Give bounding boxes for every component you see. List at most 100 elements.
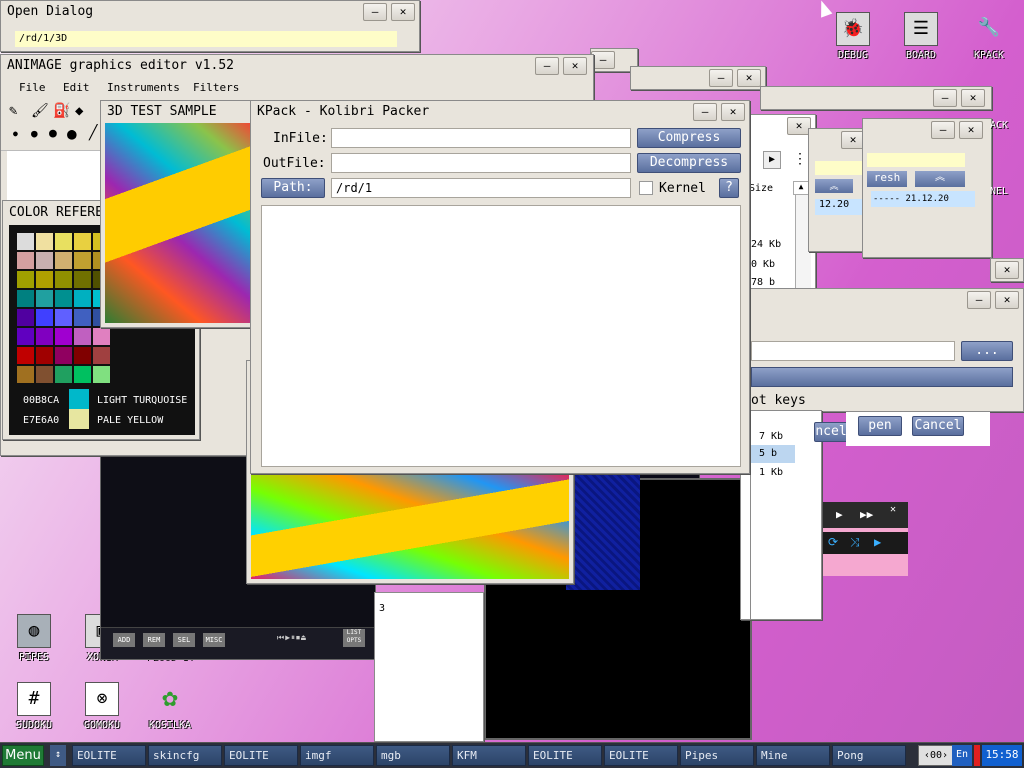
palette-swatch[interactable] bbox=[17, 366, 34, 383]
palette-swatch[interactable] bbox=[36, 233, 53, 250]
palette-swatch[interactable] bbox=[36, 309, 53, 326]
up-button[interactable]: ︽ bbox=[815, 179, 853, 193]
palette-swatch[interactable] bbox=[36, 366, 53, 383]
palette-swatch[interactable] bbox=[74, 252, 91, 269]
taskbar-item[interactable]: EOLITE bbox=[528, 745, 602, 766]
palette-swatch[interactable] bbox=[55, 271, 72, 288]
compress-button[interactable]: Compress bbox=[637, 128, 741, 148]
pencil-icon[interactable]: ✎ bbox=[9, 103, 17, 119]
palette-swatch[interactable] bbox=[17, 328, 34, 345]
palette-swatch[interactable] bbox=[93, 366, 110, 383]
refresh-button[interactable]: resh bbox=[867, 171, 907, 187]
minimize-button[interactable]: – bbox=[693, 103, 717, 121]
path-button[interactable]: Path: bbox=[261, 178, 325, 198]
palette-swatch[interactable] bbox=[74, 328, 91, 345]
taskbar-item[interactable]: EOLITE bbox=[224, 745, 298, 766]
taskbar-item[interactable]: EOLITE bbox=[72, 745, 146, 766]
palette-swatch[interactable] bbox=[55, 366, 72, 383]
palette-swatch[interactable] bbox=[93, 328, 110, 345]
palette-swatch[interactable] bbox=[74, 366, 91, 383]
player-list-opts-button[interactable]: LIST OPTS bbox=[343, 629, 365, 647]
minimize-button[interactable]: – bbox=[967, 291, 991, 309]
open-button[interactable]: pen bbox=[858, 416, 902, 436]
player-misc-button[interactable]: MISC bbox=[203, 633, 225, 647]
infile-input[interactable] bbox=[331, 128, 631, 148]
next-page-icon[interactable]: › bbox=[942, 750, 948, 761]
palette-swatch[interactable] bbox=[55, 328, 72, 345]
close-button[interactable]: ✕ bbox=[959, 121, 983, 139]
palette-swatch[interactable] bbox=[36, 252, 53, 269]
palette-swatch[interactable] bbox=[17, 252, 34, 269]
kernel-checkbox[interactable] bbox=[639, 181, 653, 195]
nav-forward-icon[interactable]: ▶ bbox=[763, 151, 781, 169]
language-indicator[interactable]: En bbox=[952, 745, 972, 766]
sort-up-icon[interactable]: ▲ bbox=[793, 181, 809, 195]
taskbar-item[interactable]: Pong bbox=[832, 745, 906, 766]
desktop-icon-sudoku[interactable]: # SUDOKU bbox=[4, 682, 64, 731]
more-icon[interactable]: ⋮ bbox=[793, 151, 807, 167]
cancel-button-partial[interactable]: ncel bbox=[814, 422, 848, 442]
menu-filters[interactable]: Filters bbox=[193, 81, 239, 94]
palette-swatch[interactable] bbox=[93, 347, 110, 364]
palette-swatch[interactable] bbox=[55, 252, 72, 269]
minimize-button[interactable]: – bbox=[931, 121, 955, 139]
palette-swatch[interactable] bbox=[55, 309, 72, 326]
spray-icon[interactable]: ⛽ bbox=[53, 103, 70, 119]
palette-swatch[interactable] bbox=[74, 309, 91, 326]
palette-swatch[interactable] bbox=[74, 290, 91, 307]
minimize-button[interactable]: – bbox=[535, 57, 559, 75]
palette-swatch[interactable] bbox=[17, 271, 34, 288]
minimize-button[interactable]: – bbox=[933, 89, 957, 107]
palette-swatch[interactable] bbox=[36, 271, 53, 288]
file-path-input[interactable] bbox=[751, 341, 955, 361]
palette-swatch[interactable] bbox=[36, 290, 53, 307]
dot-large-icon[interactable]: ● bbox=[49, 126, 57, 141]
close-button[interactable]: ✕ bbox=[961, 89, 985, 107]
menu-file[interactable]: File bbox=[19, 81, 46, 94]
player-transport-icons[interactable]: ⏮▶⏸⏹⏏ bbox=[277, 633, 337, 647]
palette-swatch[interactable] bbox=[36, 328, 53, 345]
page-switcher[interactable]: ‹00› bbox=[918, 745, 954, 766]
player-sel-button[interactable]: SEL bbox=[173, 633, 195, 647]
desktop-icon-board[interactable]: ☰ BOARD bbox=[891, 12, 951, 61]
palette-swatch[interactable] bbox=[36, 347, 53, 364]
palette-swatch[interactable] bbox=[17, 233, 34, 250]
desktop-icon-kpack[interactable]: 🔧 KPACK bbox=[959, 12, 1019, 61]
close-button[interactable]: ✕ bbox=[391, 3, 415, 21]
desktop-icon-kosilka[interactable]: ✿ KOSILKA bbox=[140, 682, 200, 731]
close-button[interactable]: ✕ bbox=[995, 261, 1019, 279]
canvas[interactable] bbox=[7, 151, 105, 201]
player-rem-button[interactable]: REM bbox=[143, 633, 165, 647]
desktop-icon-debug[interactable]: 🐞 DEBUG bbox=[823, 12, 883, 61]
outfile-input[interactable] bbox=[331, 153, 631, 173]
brush-icon[interactable]: 🖌 bbox=[31, 103, 49, 119]
player-add-button[interactable]: ADD bbox=[113, 633, 135, 647]
palette-swatch[interactable] bbox=[17, 290, 34, 307]
fast-forward-icon[interactable]: ▶▶ bbox=[860, 508, 873, 521]
shuffle-icon[interactable]: ⤨ bbox=[850, 535, 860, 550]
minimize-button[interactable]: – bbox=[709, 69, 733, 87]
path-input[interactable]: /rd/1/3D bbox=[15, 31, 397, 47]
palette-swatch[interactable] bbox=[74, 233, 91, 250]
cancel-button[interactable]: Cancel bbox=[912, 416, 964, 436]
close-button[interactable]: ✕ bbox=[721, 103, 745, 121]
line-icon[interactable]: ╱ bbox=[89, 125, 97, 141]
sort-icon[interactable]: ↕ bbox=[50, 745, 66, 766]
dot-medium-icon[interactable]: ● bbox=[31, 127, 38, 140]
desktop-icon-gomoku[interactable]: ⊗ GOMOKU bbox=[72, 682, 132, 731]
palette-swatch[interactable] bbox=[55, 347, 72, 364]
minimize-button[interactable]: – bbox=[363, 3, 387, 21]
taskbar-item[interactable]: Pipes bbox=[680, 745, 754, 766]
minimize-button[interactable]: – bbox=[591, 51, 615, 69]
decompress-button[interactable]: Decompress bbox=[637, 153, 741, 173]
palette-swatch[interactable] bbox=[55, 290, 72, 307]
taskbar-item[interactable]: Mine bbox=[756, 745, 830, 766]
taskbar-item[interactable]: KFM bbox=[452, 745, 526, 766]
browse-button[interactable]: ... bbox=[961, 341, 1013, 361]
taskbar-item[interactable]: mgb bbox=[376, 745, 450, 766]
taskbar-item[interactable]: skincfg bbox=[148, 745, 222, 766]
palette-swatch[interactable] bbox=[55, 233, 72, 250]
dot-small-icon[interactable]: ● bbox=[13, 129, 18, 138]
play-small-icon[interactable]: ▶ bbox=[874, 535, 881, 549]
size-column-header[interactable]: Size bbox=[749, 183, 773, 194]
